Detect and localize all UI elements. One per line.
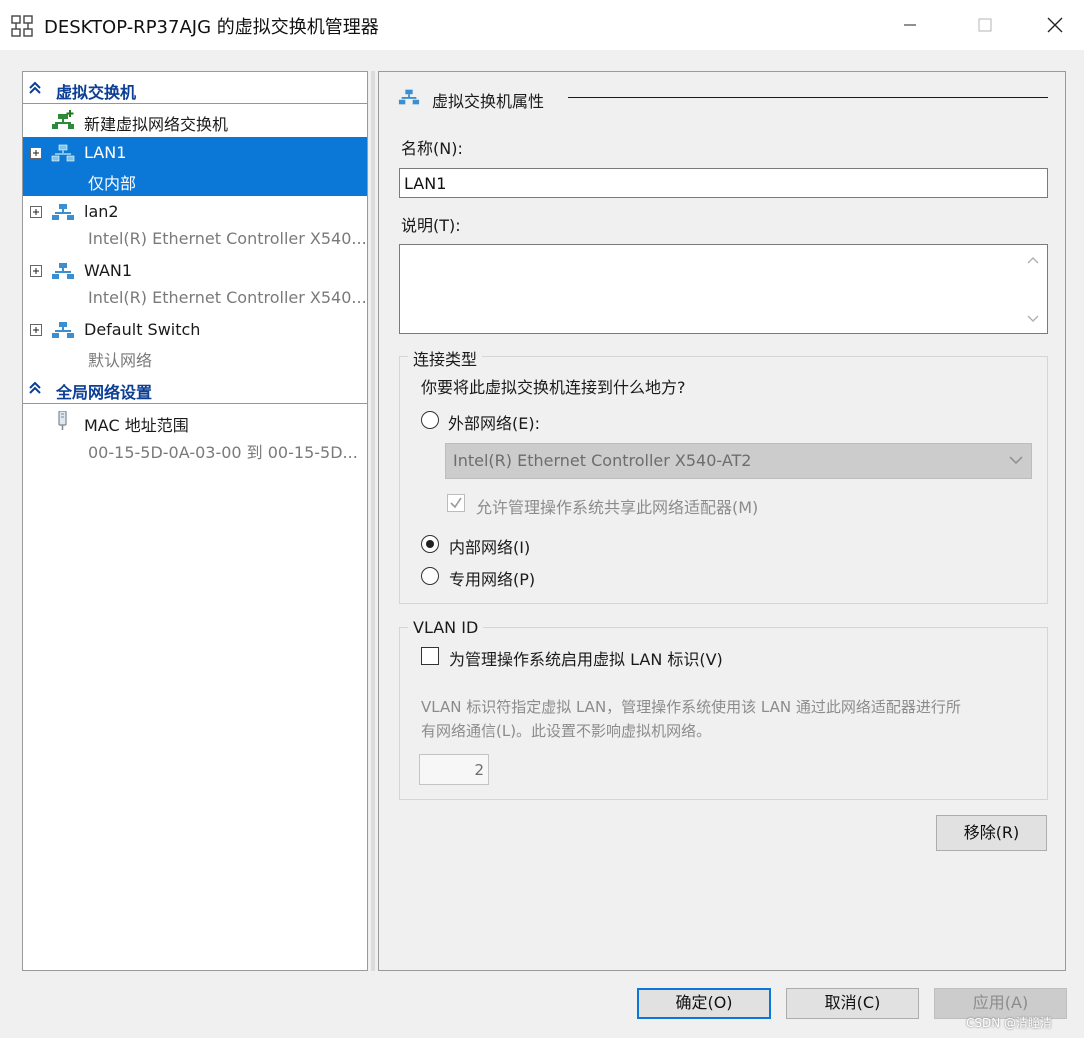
external-network-label[interactable]: 外部网络(E): — [448, 410, 540, 434]
internal-network-label[interactable]: 内部网络(I) — [449, 534, 530, 558]
expand-plus-icon[interactable] — [30, 265, 42, 277]
network-adapter-icon — [58, 411, 67, 430]
external-adapter-select[interactable]: Intel(R) Ethernet Controller X540-AT2 — [445, 443, 1032, 479]
switch-name: WAN1 — [84, 261, 133, 280]
collapse-chevron-icon — [29, 81, 41, 94]
virtual-switch-manager-icon — [11, 15, 33, 37]
switch-tree-pane: 虚拟交换机 新建虚拟网络交换机 LAN1 仅内部 lan2 Intel(R) E… — [22, 71, 368, 971]
maximize-button[interactable] — [955, 0, 1015, 50]
heading-divider — [568, 97, 1048, 98]
adapter-value: Intel(R) Ethernet Controller X540-AT2 — [453, 451, 752, 470]
vlan-description-line2: 有网络通信(L)。此设置不影响虚拟机网络。 — [421, 722, 712, 740]
private-network-radio[interactable] — [421, 567, 439, 585]
close-icon — [1047, 17, 1063, 33]
mac-range-name: MAC 地址范围 — [84, 416, 189, 435]
minimize-icon — [904, 24, 916, 26]
enable-vlan-checkbox[interactable] — [421, 647, 439, 665]
switch-item-lan1[interactable]: LAN1 仅内部 — [23, 137, 367, 196]
section-label: 全局网络设置 — [56, 383, 153, 402]
scroll-up-icon[interactable] — [1026, 254, 1040, 268]
enable-vlan-label[interactable]: 为管理操作系统启用虚拟 LAN 标识(V) — [449, 646, 723, 670]
switch-name: LAN1 — [84, 143, 127, 162]
expand-plus-icon[interactable] — [30, 324, 42, 336]
vlan-description-line1: VLAN 标识符指定虚拟 LAN，管理操作系统使用该 LAN 通过此网络适配器进… — [421, 698, 961, 716]
title-bar: DESKTOP-RP37AJG 的虚拟交换机管理器 — [0, 0, 1084, 50]
add-switch-icon — [52, 110, 74, 129]
scroll-down-icon[interactable] — [1026, 311, 1040, 325]
mac-address-range-item[interactable]: MAC 地址范围 00-15-5D-0A-03-00 到 00-15-5D... — [23, 407, 367, 465]
connection-question: 你要将此虚拟交换机连接到什么地方? — [421, 378, 686, 397]
internal-network-radio[interactable] — [421, 535, 439, 553]
switch-type: 仅内部 — [88, 174, 137, 193]
section-global-network-settings[interactable]: 全局网络设置 — [23, 374, 367, 404]
minimize-button[interactable] — [880, 0, 940, 50]
mac-range-value: 00-15-5D-0A-03-00 到 00-15-5D... — [88, 443, 358, 462]
description-textarea[interactable] — [399, 244, 1048, 334]
section-label: 虚拟交换机 — [56, 83, 137, 102]
network-switch-icon — [51, 144, 75, 162]
window-title: DESKTOP-RP37AJG 的虚拟交换机管理器 — [44, 17, 379, 38]
expand-plus-icon[interactable] — [30, 147, 42, 159]
name-input[interactable] — [399, 168, 1048, 198]
close-button[interactable] — [1025, 0, 1084, 50]
connection-type-title: 连接类型 — [408, 346, 483, 370]
cancel-button[interactable]: 取消(C) — [786, 988, 919, 1019]
vlan-id-title: VLAN ID — [408, 618, 484, 637]
dropdown-arrow-icon — [1009, 456, 1023, 464]
private-network-label[interactable]: 专用网络(P) — [449, 566, 535, 590]
external-network-radio[interactable] — [421, 411, 439, 429]
name-label: 名称(N): — [401, 139, 463, 158]
pane-splitter[interactable] — [371, 71, 375, 971]
description-label: 说明(T): — [401, 216, 461, 235]
new-virtual-switch-item[interactable]: 新建虚拟网络交换机 — [23, 106, 367, 136]
maximize-icon — [978, 18, 992, 32]
switch-adapter: Intel(R) Ethernet Controller X540... — [88, 229, 367, 248]
allow-mgmt-os-label: 允许管理操作系统共享此网络适配器(M) — [476, 498, 759, 517]
switch-type: 默认网络 — [88, 351, 153, 370]
expand-plus-icon[interactable] — [30, 206, 42, 218]
checkmark-icon — [450, 497, 462, 509]
network-switch-icon — [52, 322, 74, 338]
switch-adapter: Intel(R) Ethernet Controller X540... — [88, 288, 367, 307]
radio-selected-dot — [426, 540, 434, 548]
watermark-text: CSDN @清瞳清 — [966, 1016, 1053, 1030]
switch-name: Default Switch — [84, 320, 201, 339]
switch-name: lan2 — [84, 202, 119, 221]
allow-mgmt-os-checkbox[interactable] — [447, 494, 465, 512]
switch-item-lan2[interactable]: lan2 Intel(R) Ethernet Controller X540..… — [23, 197, 367, 256]
properties-heading: 虚拟交换机属性 — [432, 92, 545, 111]
collapse-chevron-icon — [29, 381, 41, 394]
switch-item-default-switch[interactable]: Default Switch 默认网络 — [23, 315, 367, 374]
remove-button[interactable]: 移除(R) — [936, 815, 1047, 851]
ok-button[interactable]: 确定(O) — [637, 988, 771, 1019]
network-switch-icon — [52, 204, 74, 220]
vlan-id-input[interactable]: 2 — [419, 754, 489, 785]
network-switch-icon — [398, 89, 420, 105]
network-switch-icon — [52, 263, 74, 279]
switch-item-wan1[interactable]: WAN1 Intel(R) Ethernet Controller X540..… — [23, 256, 367, 315]
new-switch-label: 新建虚拟网络交换机 — [84, 115, 229, 134]
section-virtual-switches[interactable]: 虚拟交换机 — [23, 74, 367, 104]
